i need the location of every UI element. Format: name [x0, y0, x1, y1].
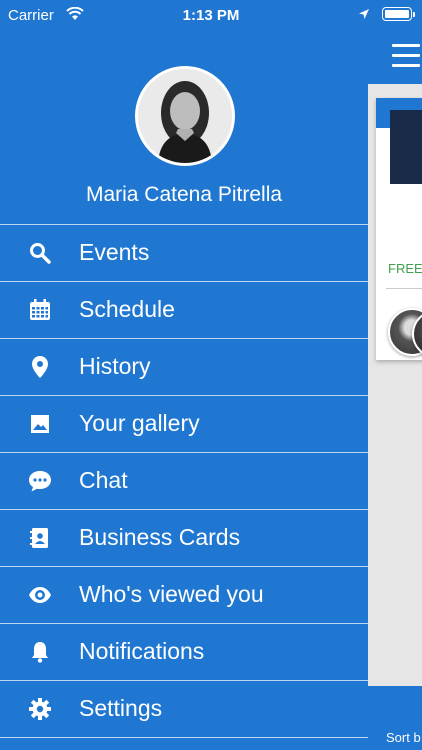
- background-app-panel[interactable]: FREE Sort b: [368, 0, 422, 750]
- menu-item-notifications[interactable]: Notifications: [0, 623, 368, 680]
- profile-name: Maria Catena Pitrella: [85, 183, 283, 206]
- navigation-drawer: Maria Catena Pitrella Events Schedule Hi…: [0, 0, 368, 750]
- search-icon: [30, 243, 51, 264]
- event-card-image: [390, 110, 422, 184]
- menu-item-settings[interactable]: Settings: [0, 680, 368, 738]
- drawer-menu: Events Schedule History Your gallery Cha…: [0, 224, 368, 738]
- menu-item-label: Notifications: [79, 638, 205, 664]
- status-bar: Carrier 1:13 PM: [0, 0, 422, 30]
- profile-avatar[interactable]: [135, 66, 235, 166]
- menu-item-label: Events: [79, 239, 150, 265]
- menu-item-business-cards[interactable]: Business Cards: [0, 509, 368, 566]
- menu-item-history[interactable]: History: [0, 338, 368, 395]
- contact-book-icon: [30, 528, 48, 548]
- menu-item-schedule[interactable]: Schedule: [0, 281, 368, 338]
- card-divider: [386, 288, 422, 289]
- chat-bubble-icon: [29, 471, 51, 492]
- event-card[interactable]: FREE: [376, 98, 422, 360]
- menu-item-label: Business Cards: [79, 524, 241, 550]
- menu-item-events[interactable]: Events: [0, 224, 368, 281]
- menu-item-whos-viewed-you[interactable]: Who's viewed you: [0, 566, 368, 623]
- menu-item-chat[interactable]: Chat: [0, 452, 368, 509]
- location-pin-icon: [32, 356, 48, 378]
- menu-item-label: Settings: [79, 695, 163, 721]
- hamburger-menu-icon[interactable]: [392, 44, 420, 74]
- gear-icon: [29, 698, 51, 720]
- eye-icon: [29, 587, 51, 603]
- menu-item-label: Who's viewed you: [79, 581, 264, 607]
- location-arrow-icon: [359, 9, 369, 19]
- bell-icon: [32, 642, 48, 663]
- menu-item-label: Schedule: [79, 296, 175, 322]
- menu-item-label: Your gallery: [79, 410, 200, 436]
- sort-button[interactable]: Sort b: [386, 730, 421, 745]
- free-badge: FREE: [388, 261, 422, 276]
- menu-item-label: Chat: [79, 467, 128, 493]
- menu-item-label: History: [79, 353, 151, 379]
- menu-item-your-gallery[interactable]: Your gallery: [0, 395, 368, 452]
- background-app-footer: Sort b: [368, 686, 422, 750]
- battery-icon: [382, 7, 415, 21]
- calendar-icon: [30, 299, 50, 320]
- image-icon: [31, 415, 49, 433]
